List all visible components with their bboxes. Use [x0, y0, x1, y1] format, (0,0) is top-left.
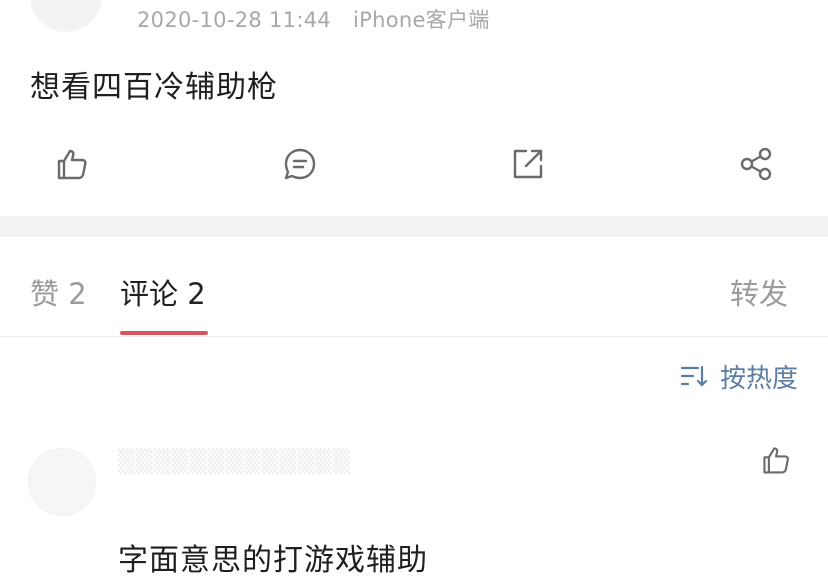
tabs-divider [0, 336, 828, 337]
repost-button[interactable] [508, 144, 548, 184]
share-button[interactable] [736, 144, 776, 184]
author-avatar[interactable] [30, 0, 102, 32]
thumbs-up-icon [763, 447, 789, 474]
commenter-avatar[interactable] [28, 448, 96, 516]
external-link-icon [513, 149, 543, 179]
tab-comments[interactable]: 评论 2 [120, 271, 206, 313]
share-icon [740, 147, 772, 181]
sort-by-hot-button[interactable]: 按热度 [680, 358, 798, 394]
post-meta: 2020-10-28 11:44 iPhone客户端 [137, 4, 490, 34]
comment-like-button[interactable] [760, 444, 794, 478]
post-timestamp: 2020-10-28 11:44 [137, 8, 332, 32]
sort-icon [680, 365, 708, 387]
comment-bubble-icon [284, 148, 316, 180]
commenter-name-blurred: ▒▒▒▒▒▒▒▒▒▒▒▒▒ [118, 450, 351, 475]
sort-label: 按热度 [720, 363, 799, 394]
detail-tabs: 赞 2 评论 2 转发 [0, 237, 828, 337]
comment-button[interactable] [280, 144, 320, 184]
thumbs-up-icon [57, 149, 87, 180]
section-separator [0, 216, 828, 237]
tab-reposts[interactable]: 转发 [730, 271, 788, 313]
like-button[interactable] [52, 144, 92, 184]
post-source: iPhone客户端 [353, 8, 490, 32]
active-tab-indicator [120, 331, 208, 335]
tab-likes[interactable]: 赞 2 [30, 271, 87, 313]
post-text: 想看四百冷辅助枪 [30, 70, 278, 105]
post-detail-page: 2020-10-28 11:44 iPhone客户端 想看四百冷辅助枪 赞 2 … [0, 0, 828, 584]
comment-text: 字面意思的打游戏辅助 [118, 543, 428, 578]
